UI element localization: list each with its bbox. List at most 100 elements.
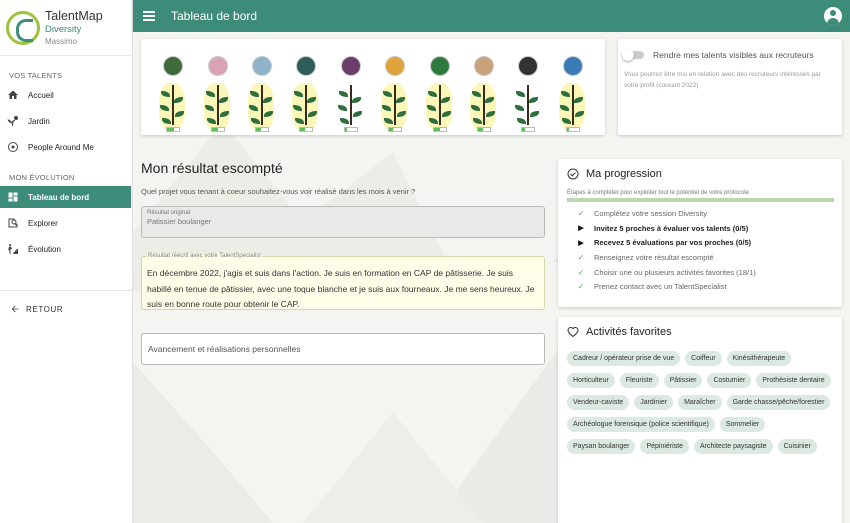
activity-chip[interactable]: Archéologue forensique (police scientifi… xyxy=(567,417,715,432)
progression-step: ✓ Renseignez votre résultat escompté xyxy=(567,250,833,265)
talent-plant[interactable] xyxy=(335,39,367,135)
plant-level-fill xyxy=(167,128,175,131)
plant-leaf xyxy=(516,91,526,97)
visibility-toggle[interactable] xyxy=(622,49,644,61)
plant-level-gauge xyxy=(210,127,225,132)
plant-level-gauge xyxy=(343,127,358,132)
play-icon: ▶ xyxy=(578,225,584,233)
plant-leaf xyxy=(530,111,540,117)
rewritten-result-label: Résultat réécrit avec votre TalentSpecia… xyxy=(147,253,262,259)
progression-step-label: Complétez votre session Diversity xyxy=(594,208,707,218)
activity-chip[interactable]: Maraîcher xyxy=(678,395,722,410)
check-icon: ✓ xyxy=(577,282,585,292)
plant-level-fill xyxy=(344,128,348,131)
plant-stem xyxy=(305,85,308,125)
activity-chip[interactable]: Pâtissier xyxy=(663,373,703,388)
favorites-title: Activités favorites xyxy=(586,326,672,338)
talent-plant[interactable] xyxy=(557,39,589,135)
progression-step: ✓ Complétez votre session Diversity xyxy=(567,206,833,221)
sidebar-item-label: Accueil xyxy=(28,90,54,100)
progression-title: Ma progression xyxy=(586,168,662,180)
original-result-field: Résultat original Patissier boulanger xyxy=(141,206,545,238)
progression-step[interactable]: ▶ Invitez 5 proches à évaluer vos talents… xyxy=(567,221,833,236)
sidebar-item-label: Jardin xyxy=(28,116,50,126)
section-title-evolution: MON ÉVOLUTION xyxy=(9,173,75,182)
progress-notes-field[interactable]: Avancement et réalisations personnelles xyxy=(141,333,545,365)
plant-stem xyxy=(216,85,219,125)
plant-leaf xyxy=(517,118,527,124)
sidebar-item-accueil[interactable]: Accueil xyxy=(0,84,132,106)
original-result-label: Résultat original xyxy=(147,210,191,216)
activity-chip[interactable]: Costumier xyxy=(707,373,752,388)
brand-header[interactable]: TalentMap Diversity Massimo xyxy=(0,0,132,56)
sidebar-item-people-around-me[interactable]: People Around Me xyxy=(0,136,132,158)
top-app-bar: Tableau de bord xyxy=(133,0,850,32)
heart-icon xyxy=(567,326,579,338)
activity-chip[interactable]: Kinésithérapeute xyxy=(726,351,792,366)
activity-chip[interactable]: Cadreur / opérateur prise de vue xyxy=(567,351,681,366)
menu-icon[interactable] xyxy=(143,11,155,21)
plant-leaf xyxy=(529,97,539,103)
sidebar-item-tableau-de-bord[interactable]: Tableau de bord xyxy=(0,186,131,208)
sidebar-item-explorer[interactable]: Explorer xyxy=(0,212,132,234)
activity-chip[interactable]: Pépiniériste xyxy=(640,439,690,454)
target-icon xyxy=(8,142,18,152)
favorites-chip-list: Cadreur / opérateur prise de vue Coiffeur… xyxy=(567,351,833,454)
activity-chip[interactable]: Cuisinier xyxy=(777,439,817,454)
activity-chip[interactable]: Garde chasse/pêche/forestier xyxy=(726,395,831,410)
plant-level-fill xyxy=(477,128,483,131)
progress-notes-placeholder: Avancement et réalisations personnelles xyxy=(148,344,301,354)
flask-badge-icon xyxy=(296,56,317,76)
person-badge-icon xyxy=(562,56,583,76)
visibility-label: Rendre mes talents visibles aux recruteu… xyxy=(653,50,814,60)
sidebar-item-evolution[interactable]: Évolution xyxy=(0,238,132,260)
check-icon: ✓ xyxy=(577,252,585,262)
result-title: Mon résultat escompté xyxy=(141,160,283,176)
activity-chip[interactable]: Jardinier xyxy=(634,395,674,410)
talent-plant[interactable] xyxy=(157,39,189,135)
talent-plant[interactable] xyxy=(468,39,500,135)
talent-plant[interactable] xyxy=(512,39,544,135)
account-icon[interactable] xyxy=(824,7,842,25)
plant-leaf xyxy=(338,91,348,97)
home-icon xyxy=(8,90,18,99)
rewritten-result-field[interactable]: Résultat réécrit avec votre TalentSpecia… xyxy=(141,253,545,310)
plant-level-fill xyxy=(255,128,261,131)
explore-icon xyxy=(8,218,18,228)
talent-garden-card xyxy=(141,39,605,135)
plant-stem xyxy=(571,85,574,125)
talent-plant[interactable] xyxy=(202,39,234,135)
activity-chip[interactable]: Architecte paysagiste xyxy=(694,439,773,454)
back-button[interactable]: RETOUR xyxy=(0,291,132,314)
progression-step[interactable]: ▶ Recevez 5 évaluations par vos proches (… xyxy=(567,235,833,250)
plant-level-fill xyxy=(566,128,570,131)
activity-chip[interactable]: Sommelier xyxy=(719,417,766,432)
activity-chip[interactable]: Horticulteur xyxy=(567,373,615,388)
talent-plant[interactable] xyxy=(290,39,322,135)
activity-chip[interactable]: Prothésiste dentaire xyxy=(756,373,831,388)
talent-plant[interactable] xyxy=(246,39,278,135)
activity-chip[interactable]: Coiffeur xyxy=(685,351,722,366)
visibility-card: Rendre mes talents visibles aux recruteu… xyxy=(618,39,842,135)
favorites-card: Activités favorites Cadreur / opérateur … xyxy=(558,317,842,523)
talent-plant[interactable] xyxy=(424,39,456,135)
plant-stem xyxy=(260,85,263,125)
activity-chip[interactable]: Vendeur-caviste xyxy=(567,395,630,410)
activity-chip[interactable]: Paysan boulanger xyxy=(567,439,636,454)
progression-step-label: Invitez 5 proches à évaluer vos talents … xyxy=(594,223,749,233)
music-badge-icon xyxy=(340,56,361,76)
progression-step-label: Prenez contact avec un TalentSpecialist xyxy=(594,282,727,292)
progression-subtitle: Étapes à compléter pour exploiter tout l… xyxy=(567,190,749,196)
sidebar-item-jardin[interactable]: Jardin xyxy=(0,110,132,132)
cube-badge-icon xyxy=(251,56,272,76)
talent-plant[interactable] xyxy=(379,39,411,135)
plant-level-gauge xyxy=(388,127,403,132)
plant-level-fill xyxy=(522,128,525,131)
activity-chip[interactable]: Fleuriste xyxy=(619,373,659,388)
plant-leaf xyxy=(339,118,349,124)
arrow-left-icon xyxy=(11,305,19,313)
plant-level-gauge xyxy=(432,127,447,132)
progression-step: ✓ Prenez contact avec un TalentSpecialist xyxy=(567,279,833,294)
progression-step-label: Renseignez votre résultat escompté xyxy=(594,252,714,262)
section-title-talents: VOS TALENTS xyxy=(9,71,63,80)
